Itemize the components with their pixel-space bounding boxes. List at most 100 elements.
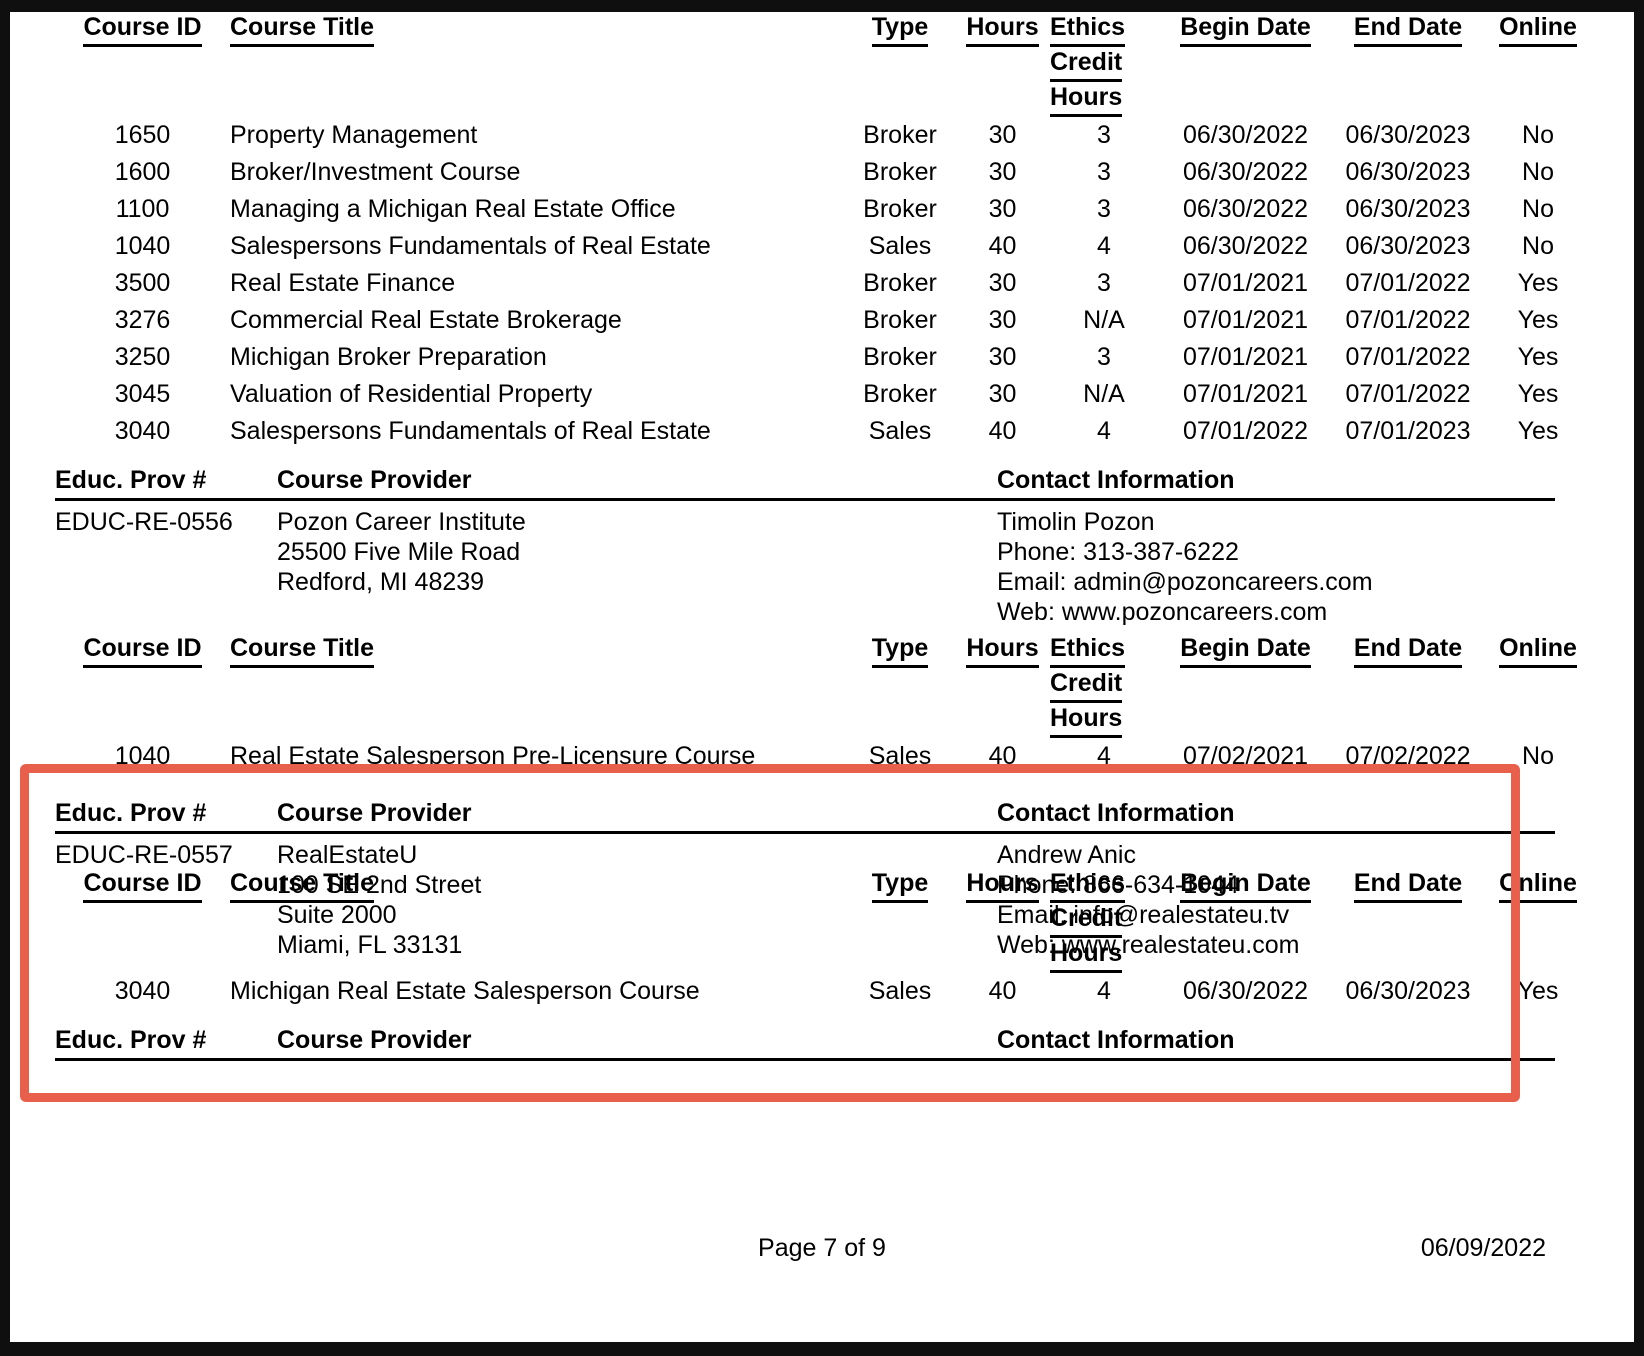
- col-header-online-label: Online: [1499, 633, 1577, 668]
- col-header-course-title-label: Course Title: [230, 12, 375, 47]
- col-header-ethics-line2: Credit: [1050, 47, 1123, 82]
- col-header-ethics-line2: Credit: [1050, 668, 1123, 703]
- cell-course-id: 1040: [114, 232, 171, 260]
- cell-end-date: 07/01/2022: [1345, 306, 1471, 334]
- provider-address-line2: Suite 2000: [277, 901, 397, 929]
- course-table-realestateu-body: 3040 Michigan Real Estate Salesperson Cou…: [55, 973, 1593, 1010]
- cell-hours: 40: [988, 977, 1017, 1005]
- cell-online: No: [1522, 121, 1554, 149]
- cell-online: Yes: [1517, 306, 1559, 334]
- cell-begin-date: 06/30/2022: [1182, 158, 1309, 186]
- provider-header-row: Educ. Prov # Course Provider Contact Inf…: [55, 464, 1555, 496]
- table-row: 1100 Managing a Michigan Real Estate Offi…: [55, 191, 1593, 228]
- cell-course-id: 3250: [114, 343, 171, 371]
- col-header-course-provider: Course Provider: [277, 1024, 997, 1056]
- col-header-course-provider: Course Provider: [277, 797, 997, 829]
- provider-header-row-partial: Educ. Prov # Course Provider Contact Inf…: [55, 1024, 1555, 1056]
- cell-ethics: 3: [1097, 121, 1111, 149]
- col-header-ethics-credit-hours: Ethics Credit Hours: [1050, 868, 1158, 973]
- col-header-ethics-line3: Hours: [1050, 82, 1123, 117]
- col-header-hours-label: Hours: [966, 868, 1039, 903]
- cell-hours: 30: [988, 343, 1017, 371]
- cell-course-title: Michigan Broker Preparation: [230, 343, 547, 371]
- cell-hours: 30: [988, 306, 1017, 334]
- cell-hours: 40: [988, 742, 1017, 770]
- provider-block-next-partial: Educ. Prov # Course Provider Contact Inf…: [55, 1024, 1555, 1061]
- cell-ethics: 4: [1097, 977, 1111, 1005]
- col-header-course-id: Course ID: [55, 12, 230, 117]
- cell-end-date: 07/01/2023: [1345, 417, 1471, 445]
- cell-course-id: 3040: [114, 977, 171, 1005]
- table-row: 1650 Property Management Broker 30 3 06/30/20…: [55, 117, 1593, 154]
- cell-course-title: Salespersons Fundamentals of Real Estate: [230, 232, 711, 260]
- cell-course-id: 1600: [114, 158, 171, 186]
- cell-begin-date: 07/01/2022: [1182, 417, 1309, 445]
- cell-begin-date: 07/01/2021: [1182, 269, 1309, 297]
- provider-email: Email: admin@pozoncareers.com: [997, 568, 1373, 596]
- provider-phone: Phone: 313-387-6222: [997, 538, 1239, 566]
- cell-online: Yes: [1517, 380, 1559, 408]
- cell-end-date: 07/01/2022: [1345, 269, 1471, 297]
- cell-begin-date: 07/02/2021: [1182, 742, 1309, 770]
- col-header-course-provider-label: Course Provider: [277, 799, 472, 827]
- provider-educ-number-value: EDUC-RE-0557: [55, 841, 233, 869]
- col-header-course-title: Course Title: [230, 12, 845, 117]
- col-header-course-title-label: Course Title: [230, 633, 375, 668]
- col-header-educ-prov: Educ. Prov #: [55, 464, 277, 496]
- col-header-course-id-label: Course ID: [83, 868, 202, 903]
- cell-online: No: [1522, 195, 1554, 223]
- cell-type: Broker: [863, 158, 937, 186]
- cell-course-id: 3276: [114, 306, 171, 334]
- cell-online: No: [1522, 232, 1554, 260]
- course-table-pozon-body: 1040 Real Estate Salesperson Pre-Licensur…: [55, 738, 1593, 775]
- cell-hours: 30: [988, 195, 1017, 223]
- cell-begin-date: 07/01/2021: [1182, 380, 1309, 408]
- col-header-ethics-line1: Ethics: [1050, 868, 1126, 903]
- cell-type: Sales: [868, 232, 932, 260]
- table-row: 3040 Michigan Real Estate Salesperson Cou…: [55, 973, 1593, 1010]
- col-header-hours: Hours: [955, 12, 1050, 117]
- cell-course-title: Property Management: [230, 121, 478, 149]
- provider-address: Pozon Career Institute 25500 Five Mile R…: [277, 507, 997, 627]
- footer-page-number: Page 7 of 9: [758, 1234, 886, 1262]
- provider-address-line2: Redford, MI 48239: [277, 568, 485, 596]
- col-header-educ-prov-label: Educ. Prov #: [55, 799, 207, 827]
- cell-type: Sales: [868, 742, 932, 770]
- cell-begin-date: 06/30/2022: [1182, 977, 1309, 1005]
- col-header-course-provider-label: Course Provider: [277, 466, 472, 494]
- cell-type: Broker: [863, 343, 937, 371]
- col-header-begin-date: Begin Date: [1158, 633, 1333, 738]
- cell-online: No: [1522, 158, 1554, 186]
- col-header-type-label: Type: [871, 12, 929, 47]
- col-header-contact-information: Contact Information: [997, 797, 1555, 829]
- provider-header-rule: [55, 1058, 1555, 1061]
- col-header-course-provider-label: Course Provider: [277, 1026, 472, 1054]
- cell-type: Broker: [863, 121, 937, 149]
- cell-end-date: 06/30/2023: [1345, 121, 1471, 149]
- document-body: Course ID Course Title Type Hours Ethics…: [10, 12, 1634, 1061]
- col-header-educ-prov-label: Educ. Prov #: [55, 1026, 207, 1054]
- cell-course-title: Salespersons Fundamentals of Real Estate: [230, 417, 711, 445]
- cell-ethics: 3: [1097, 158, 1111, 186]
- provider-name: RealEstateU: [277, 841, 418, 869]
- table-row: 3500 Real Estate Finance Broker 30 3 07/01/20…: [55, 265, 1593, 302]
- col-header-end-date: End Date: [1333, 12, 1483, 117]
- col-header-contact-information-label: Contact Information: [997, 1026, 1235, 1054]
- table-row: 3250 Michigan Broker Preparation Broker 30 3…: [55, 339, 1593, 376]
- cell-hours: 30: [988, 158, 1017, 186]
- cell-course-id: 1100: [115, 195, 170, 223]
- cell-type: Sales: [868, 417, 932, 445]
- cell-ethics: 4: [1097, 417, 1111, 445]
- cell-online: Yes: [1517, 269, 1559, 297]
- cell-hours: 30: [988, 380, 1017, 408]
- pdf-page-sheet: Course ID Course Title Type Hours Ethics…: [10, 12, 1634, 1342]
- col-header-hours-label: Hours: [966, 12, 1039, 47]
- cell-end-date: 06/30/2023: [1345, 977, 1471, 1005]
- document-screenshot: Course ID Course Title Type Hours Ethics…: [0, 0, 1644, 1356]
- cell-type: Broker: [863, 380, 937, 408]
- table-row: 1040 Real Estate Salesperson Pre-Licensur…: [55, 738, 1593, 775]
- provider-contact: Timolin Pozon Phone: 313-387-6222 Email:…: [997, 507, 1555, 627]
- provider-header-row: Educ. Prov # Course Provider Contact Inf…: [55, 797, 1555, 829]
- table-header-row: Course ID Course Title Type Hours Ethics…: [55, 633, 1593, 738]
- cell-course-id: 3500: [114, 269, 171, 297]
